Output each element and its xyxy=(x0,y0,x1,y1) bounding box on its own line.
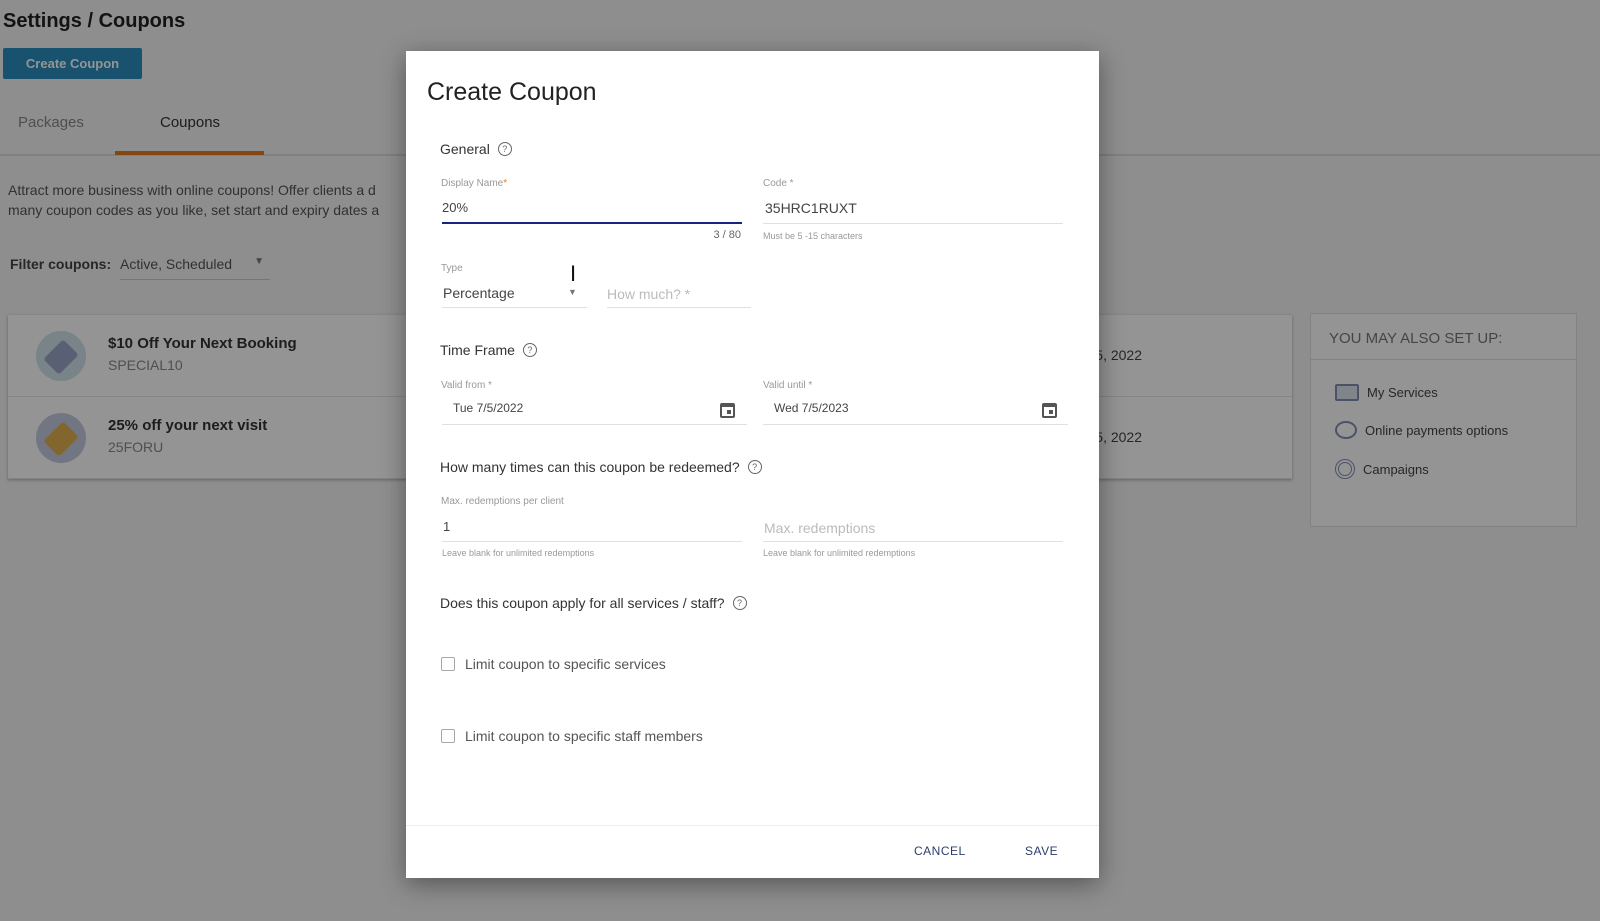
display-name-label: Display Name* xyxy=(441,178,508,189)
valid-from-label: Valid from * xyxy=(441,380,492,391)
character-counter: 3 / 80 xyxy=(713,229,741,241)
type-select[interactable]: Percentage xyxy=(443,285,515,301)
help-icon[interactable]: ? xyxy=(747,460,762,474)
max-redemptions-underline xyxy=(763,541,1063,542)
dialog-footer-divider xyxy=(406,825,1099,826)
max-per-client-hint: Leave blank for unlimited redemptions xyxy=(442,548,595,558)
valid-from-underline xyxy=(442,424,747,425)
max-redemptions-hint: Leave blank for unlimited redemptions xyxy=(763,548,916,558)
max-per-client-label: Max. redemptions per client xyxy=(441,496,564,507)
valid-until-underline xyxy=(763,424,1068,425)
limit-services-checkbox[interactable]: Limit coupon to specific services xyxy=(441,656,666,672)
code-hint: Must be 5 -15 characters xyxy=(763,231,863,241)
display-name-input[interactable]: 20% xyxy=(442,200,742,215)
save-button[interactable]: SAVE xyxy=(1025,844,1058,858)
valid-from-input[interactable]: Tue 7/5/2022 xyxy=(453,401,523,415)
section-general: General? xyxy=(440,141,512,157)
calendar-icon[interactable] xyxy=(720,403,735,418)
code-input[interactable]: 35HRC1RUXT xyxy=(765,200,857,216)
calendar-icon[interactable] xyxy=(1042,403,1057,418)
help-icon[interactable]: ? xyxy=(732,596,747,610)
max-per-client-underline xyxy=(442,541,742,542)
limit-staff-checkbox[interactable]: Limit coupon to specific staff members xyxy=(441,728,703,744)
cancel-button[interactable]: CANCEL xyxy=(914,844,966,858)
code-underline xyxy=(763,223,1063,224)
section-redemptions: How many times can this coupon be redeem… xyxy=(440,459,762,475)
valid-until-input[interactable]: Wed 7/5/2023 xyxy=(774,401,849,415)
max-per-client-input[interactable]: 1 xyxy=(443,519,450,534)
help-icon[interactable]: ? xyxy=(497,142,512,156)
section-time-frame: Time Frame? xyxy=(440,342,537,358)
code-label: Code * xyxy=(763,178,794,189)
how-much-underline xyxy=(607,307,751,308)
create-coupon-dialog: Create Coupon General? Display Name* 20%… xyxy=(406,51,1099,878)
type-underline xyxy=(442,307,587,308)
text-cursor-icon: I xyxy=(570,261,577,286)
checkbox-icon xyxy=(441,657,455,671)
display-name-underline xyxy=(442,222,742,224)
help-icon[interactable]: ? xyxy=(522,343,537,357)
type-label: Type xyxy=(441,263,463,274)
valid-until-label: Valid until * xyxy=(763,380,813,391)
how-much-input[interactable]: How much? * xyxy=(607,286,690,302)
checkbox-icon xyxy=(441,729,455,743)
section-applies-to: Does this coupon apply for all services … xyxy=(440,595,747,611)
chevron-down-icon: ▼ xyxy=(568,287,577,297)
dialog-title: Create Coupon xyxy=(427,78,597,106)
max-redemptions-input[interactable]: Max. redemptions xyxy=(764,520,875,536)
